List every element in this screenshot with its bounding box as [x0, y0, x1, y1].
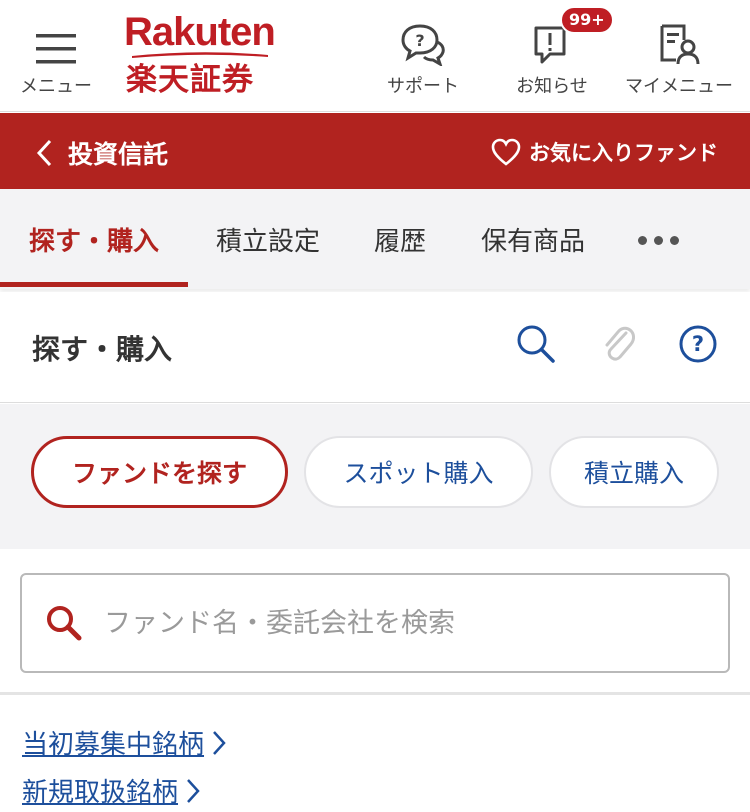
tab-recurring-settings[interactable]: 積立設定	[208, 189, 328, 289]
hamburger-icon	[36, 0, 76, 66]
page-header: 探す・購入 ?	[0, 292, 750, 403]
svg-text:?: ?	[692, 332, 704, 356]
support-chat-icon: ?	[400, 0, 446, 66]
page-title: 探す・購入	[32, 333, 173, 366]
news-button[interactable]: 99+ お知らせ	[506, 0, 614, 112]
rakuten-securities-logo[interactable]: Rakuten 楽天証券	[124, 10, 280, 102]
initial-offering-label: 当初募集中銘柄	[22, 730, 205, 760]
logo-text-jp: 楽天証券	[126, 62, 254, 98]
help-icon[interactable]: ?	[676, 322, 720, 366]
support-label: サポート	[387, 76, 459, 97]
mymenu-icon	[656, 0, 702, 66]
quick-links: 当初募集中銘柄 新規取扱銘柄	[0, 698, 750, 812]
logo-text-en: Rakuten	[124, 10, 276, 54]
menu-button[interactable]: メニュー	[14, 0, 98, 112]
logo-swoosh	[132, 52, 268, 58]
spot-purchase-pill[interactable]: スポット購入	[304, 436, 533, 508]
action-pills: ファンドを探す スポット購入 積立購入	[0, 404, 750, 549]
news-label: お知らせ	[516, 76, 588, 97]
section-title: 投資信託	[68, 140, 169, 169]
section-bar: 投資信託 お気に入りファンド	[0, 113, 750, 189]
mymenu-button[interactable]: マイメニュー	[618, 0, 740, 112]
chevron-left-icon	[36, 139, 52, 167]
active-tab-indicator	[0, 282, 188, 287]
back-button[interactable]: 投資信託	[36, 135, 168, 171]
mymenu-label: マイメニュー	[625, 76, 733, 97]
find-fund-pill[interactable]: ファンドを探す	[31, 436, 288, 508]
chevron-right-icon	[187, 778, 200, 803]
tab-search-buy[interactable]: 探す・購入	[18, 189, 170, 289]
tab-history[interactable]: 履歴	[364, 189, 436, 289]
new-listings-label: 新規取扱銘柄	[22, 778, 179, 808]
clip-icon[interactable]	[596, 322, 640, 366]
recurring-purchase-pill[interactable]: 積立購入	[549, 436, 719, 508]
fund-search-box[interactable]	[20, 573, 730, 673]
app-header: メニュー Rakuten 楽天証券 ? サポート 99+ お知らせ マイメニュー	[0, 0, 750, 112]
initial-offering-link[interactable]: 当初募集中銘柄	[22, 724, 228, 761]
notification-badge: 99+	[560, 6, 614, 34]
new-listings-link[interactable]: 新規取扱銘柄	[22, 772, 202, 809]
search-icon[interactable]	[514, 322, 558, 366]
fund-search-input[interactable]	[104, 607, 664, 639]
menu-label: メニュー	[20, 76, 92, 97]
support-button[interactable]: ? サポート	[378, 0, 468, 112]
favorite-funds-button[interactable]: お気に入りファンド	[491, 137, 718, 167]
more-icon[interactable]	[638, 236, 679, 245]
fund-search-section	[0, 549, 750, 695]
search-icon	[47, 606, 82, 641]
chevron-right-icon	[213, 730, 226, 755]
heart-icon	[491, 138, 521, 166]
tab-holdings[interactable]: 保有商品	[472, 189, 594, 289]
favorite-funds-label: お気に入りファンド	[529, 141, 718, 165]
svg-text:?: ?	[415, 31, 424, 50]
